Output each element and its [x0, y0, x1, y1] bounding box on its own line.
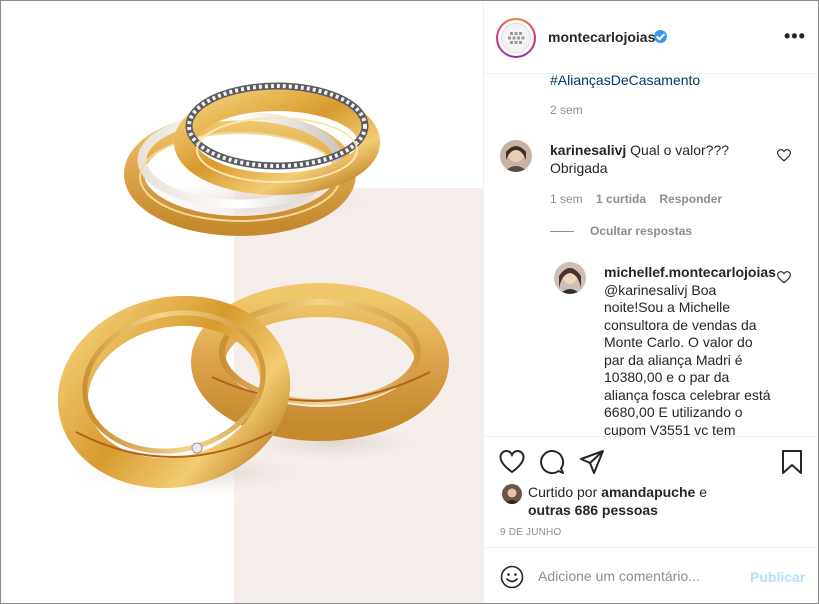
likes-summary: Curtido por amandapuche e outras 686 pes…: [528, 484, 707, 518]
post-username[interactable]: montecarlojoias: [548, 29, 655, 45]
emoji-smiley-icon[interactable]: [500, 565, 524, 589]
liker-avatar[interactable]: [502, 484, 522, 504]
comment-timestamp[interactable]: 1 sem: [550, 192, 583, 206]
reply-body: michellef.montecarlojoias @karinesalivj …: [604, 264, 776, 437]
caption-hashtag[interactable]: #AliançasDeCasamento: [550, 74, 700, 88]
reply-avatar[interactable]: [554, 262, 586, 294]
comment-bubble-icon[interactable]: [539, 449, 565, 475]
like-heart-icon[interactable]: [499, 449, 525, 475]
replies-divider: [550, 231, 574, 232]
reply-username[interactable]: michellef.montecarlojoias: [604, 264, 776, 280]
comment-body: karinesalivj Qual o valor??? Obrigada: [550, 142, 770, 177]
comment-like-count[interactable]: 1 curtida: [596, 192, 646, 206]
brand-logo: [501, 23, 531, 53]
others-likes-link[interactable]: outras 686 pessoas: [528, 502, 658, 518]
add-comment-bar: Publicar: [484, 547, 818, 603]
profile-avatar[interactable]: [496, 18, 536, 58]
post-header: montecarlojoias •••: [484, 2, 818, 74]
share-send-icon[interactable]: [579, 449, 605, 475]
save-bookmark-icon[interactable]: [779, 449, 805, 475]
verified-badge-icon: [654, 30, 667, 43]
comment-like-heart-icon[interactable]: [777, 149, 791, 162]
post-date[interactable]: 9 DE JUNHO: [500, 527, 561, 538]
commenter-avatar[interactable]: [500, 140, 532, 172]
reply-like-heart-icon[interactable]: [777, 271, 791, 284]
reply-button[interactable]: Responder: [659, 192, 722, 206]
more-options-icon[interactable]: •••: [784, 26, 806, 47]
instagram-post-window: montecarlojoias ••• #AliançasDeCasamento…: [0, 0, 819, 604]
post-actions: Curtido por amandapuche e outras 686 pes…: [484, 436, 818, 547]
post-side-panel: montecarlojoias ••• #AliançasDeCasamento…: [483, 2, 818, 603]
rings-photo: [2, 2, 483, 603]
add-comment-input[interactable]: [538, 566, 738, 586]
liker-username[interactable]: amandapuche: [601, 484, 695, 500]
logo-pattern-icon: [508, 32, 525, 44]
caption-timestamp[interactable]: 2 sem: [550, 103, 583, 117]
comment-username[interactable]: karinesalivj: [550, 142, 626, 158]
publish-button[interactable]: Publicar: [750, 569, 805, 585]
hide-replies-button[interactable]: Ocultar respostas: [590, 224, 692, 238]
comments-list[interactable]: #AliançasDeCasamento 2 sem karinesalivj …: [484, 74, 818, 437]
reply-text: @karinesalivj Boa noite!Sou a Michelle c…: [604, 281, 771, 437]
comment-meta: 1 sem 1 curtida Responder: [550, 192, 722, 206]
post-image[interactable]: [2, 2, 483, 603]
